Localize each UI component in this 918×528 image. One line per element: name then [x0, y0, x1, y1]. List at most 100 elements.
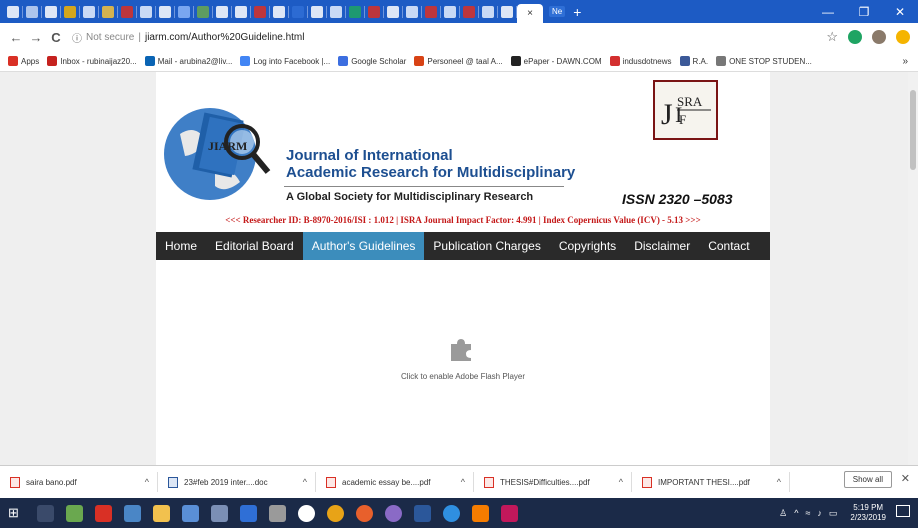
app-icon[interactable] [269, 504, 286, 522]
task-view-icon[interactable] [37, 504, 54, 522]
bookmark-item[interactable]: Mail - arubina2@liv... [144, 56, 232, 66]
tab-ne[interactable]: Ne [549, 6, 566, 17]
flash-enable-text[interactable]: Click to enable Adobe Flash Player [156, 372, 770, 381]
info-icon[interactable]: ⓘ [72, 30, 82, 45]
tab-favicon-icon[interactable] [501, 5, 513, 18]
tab-favicon-icon[interactable] [311, 5, 323, 18]
tab-favicon-icon[interactable] [140, 5, 152, 18]
tab-favicon-icon[interactable] [26, 5, 38, 18]
reload-button[interactable]: C [46, 30, 66, 45]
tab-favicon-icon[interactable] [387, 5, 399, 18]
show-all-button[interactable]: Show all [843, 471, 892, 488]
tab-favicon-icon[interactable] [292, 5, 304, 18]
tab-favicon-icon[interactable] [178, 5, 190, 18]
tab-favicon-icon[interactable] [349, 5, 361, 18]
tab-favicon-icon[interactable] [463, 5, 475, 18]
nav-copyrights[interactable]: Copyrights [550, 232, 625, 260]
app-icon[interactable] [124, 504, 141, 522]
tab-favicon-icon[interactable] [482, 5, 494, 18]
battery-icon[interactable]: ▭ [829, 508, 838, 519]
tray-up-icon[interactable]: ^ [794, 508, 798, 518]
bookmark-item[interactable]: Inbox - rubinaijaz20... [47, 56, 137, 66]
tab-favicon-icon[interactable] [102, 5, 114, 18]
bookmark-item[interactable]: Google Scholar [338, 56, 406, 66]
paint-icon[interactable] [472, 504, 489, 522]
tab-favicon-icon[interactable] [425, 5, 437, 18]
nav-disclaimer[interactable]: Disclaimer [625, 232, 699, 260]
nav-publication-charges[interactable]: Publication Charges [424, 232, 549, 260]
bookmark-item[interactable]: Log into Facebook |... [240, 56, 330, 66]
firefox-icon[interactable] [356, 504, 373, 522]
download-item[interactable]: IMPORTANT THESI....pdf ^ [632, 472, 790, 492]
url-text[interactable]: jiarm.com/Author%20Guideline.html [145, 32, 305, 43]
bookmark-item[interactable]: Apps [8, 56, 39, 66]
nav-contact[interactable]: Contact [699, 232, 758, 260]
clock[interactable]: 5:19 PM 2/23/2019 [850, 503, 886, 523]
word-icon[interactable] [414, 504, 431, 522]
nav-authors-guidelines[interactable]: Author's Guidelines [302, 232, 425, 260]
tab-favicon-icon[interactable] [254, 5, 266, 18]
notification-icon[interactable] [896, 505, 910, 517]
tab-close-icon[interactable]: × [527, 8, 533, 19]
minimize-button[interactable]: — [810, 5, 846, 19]
omnibox[interactable]: ⓘ Not secure | jiarm.com/Author%20Guidel… [72, 30, 304, 45]
store-icon[interactable] [182, 504, 199, 522]
tab-favicon-icon[interactable] [406, 5, 418, 18]
download-menu-chevron-icon[interactable]: ^ [303, 477, 307, 487]
download-menu-chevron-icon[interactable]: ^ [619, 477, 623, 487]
tab-favicon-icon[interactable] [121, 5, 133, 18]
volume-icon[interactable]: ♪ [817, 508, 822, 518]
maximize-button[interactable]: ❐ [846, 5, 882, 19]
app-icon[interactable] [385, 504, 402, 522]
tab-favicon-icon[interactable] [235, 5, 247, 18]
download-menu-chevron-icon[interactable]: ^ [145, 477, 149, 487]
tab-favicon-icon[interactable] [64, 5, 76, 18]
bookmarks-more[interactable]: » [902, 56, 908, 67]
flash-placeholder[interactable]: Click to enable Adobe Flash Player [156, 260, 770, 465]
app-icon[interactable] [240, 504, 257, 522]
app-icon[interactable] [298, 504, 315, 522]
nav-editorial-board[interactable]: Editorial Board [206, 232, 303, 260]
app-icon[interactable] [66, 504, 83, 522]
tab-favicon-icon[interactable] [83, 5, 95, 18]
download-item[interactable]: academic essay be....pdf ^ [316, 472, 474, 492]
app-icon[interactable] [211, 504, 228, 522]
profile-avatar[interactable] [872, 30, 886, 44]
acrobat-icon[interactable] [95, 504, 112, 522]
tab-favicon-icon[interactable] [197, 5, 209, 18]
forward-button[interactable]: → [26, 30, 46, 45]
download-menu-chevron-icon[interactable]: ^ [461, 477, 465, 487]
scrollbar-thumb[interactable] [910, 90, 916, 170]
active-tab[interactable]: × [517, 4, 543, 23]
app-icon[interactable] [501, 504, 518, 522]
bookmark-star-icon[interactable]: ☆ [826, 29, 838, 45]
tab-favicon-icon[interactable] [45, 5, 57, 18]
bookmark-item[interactable]: ONE STOP STUDEN... [716, 56, 812, 66]
download-item[interactable]: THESIS#Difficulties....pdf ^ [474, 472, 632, 492]
tab-favicon-icon[interactable] [7, 5, 19, 18]
edge-icon[interactable] [443, 504, 460, 522]
windows-start-icon[interactable]: ⊞ [8, 505, 25, 522]
chrome-icon[interactable] [327, 504, 344, 522]
bookmark-item[interactable]: ePaper - DAWN.COM [510, 56, 602, 66]
page-scrollbar[interactable] [908, 72, 918, 465]
close-downloads-icon[interactable]: ✕ [901, 472, 910, 485]
menu-icon[interactable] [896, 30, 910, 44]
download-menu-chevron-icon[interactable]: ^ [777, 477, 781, 487]
bookmark-item[interactable]: indusdotnews [609, 56, 672, 66]
bookmark-item[interactable]: R.A. [679, 56, 708, 66]
tab-favicon-icon[interactable] [368, 5, 380, 18]
tab-favicon-icon[interactable] [273, 5, 285, 18]
bookmark-item[interactable]: Personeel @ taal A... [414, 56, 503, 66]
close-window-button[interactable]: ✕ [882, 5, 918, 19]
tab-favicon-icon[interactable] [330, 5, 342, 18]
file-explorer-icon[interactable] [153, 504, 170, 522]
back-button[interactable]: ← [6, 30, 26, 45]
tab-favicon-icon[interactable] [159, 5, 171, 18]
wifi-icon[interactable]: ≈ [805, 508, 810, 518]
people-icon[interactable]: ♙ [779, 508, 787, 519]
extension-icon[interactable] [848, 30, 862, 44]
download-item[interactable]: saira bano.pdf ^ [0, 472, 158, 492]
new-tab-button[interactable]: + [573, 4, 581, 20]
plugin-puzzle-icon[interactable] [448, 336, 474, 362]
